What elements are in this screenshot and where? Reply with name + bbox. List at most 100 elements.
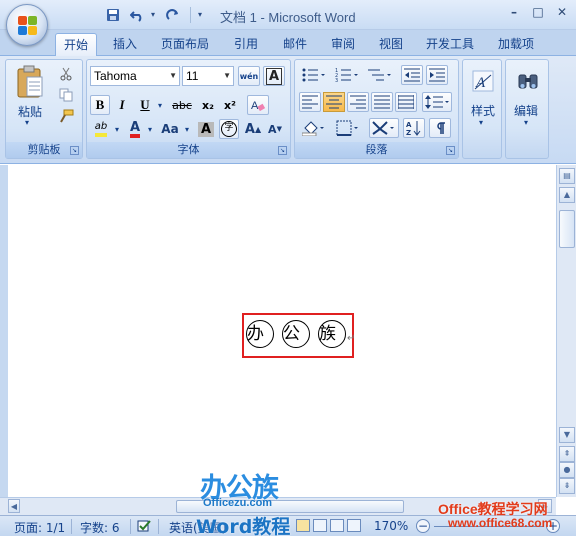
editing-group: 编辑 ▾ [505, 59, 549, 159]
line-spacing-button[interactable] [422, 92, 452, 112]
save-icon[interactable] [103, 5, 123, 24]
tab-insert[interactable]: 插入 [105, 33, 145, 56]
char-shading-button[interactable]: A [196, 119, 216, 139]
line-spacing-icon [425, 95, 449, 109]
shrink-font-button[interactable]: A ▼ [265, 119, 285, 139]
editing-dropdown-icon[interactable]: ▾ [524, 118, 528, 127]
chinese-layout-button[interactable] [369, 118, 399, 138]
format-painter-icon[interactable] [56, 106, 76, 126]
change-case-button[interactable]: Aa [158, 119, 182, 139]
paragraph-group: 123 A Z 段落 ↘ [294, 59, 459, 159]
styles-dropdown-icon[interactable]: ▾ [479, 118, 483, 127]
tab-references[interactable]: 引用 [226, 33, 266, 56]
print-layout-view-icon[interactable] [296, 519, 310, 532]
office-button[interactable] [6, 4, 48, 46]
tab-page-layout[interactable]: 页面布局 [153, 33, 217, 56]
align-center-button[interactable] [323, 92, 345, 112]
tab-addins[interactable]: 加载项 [490, 33, 542, 56]
minimize-button[interactable]: – [506, 4, 522, 20]
next-page-icon[interactable]: ⇟ [559, 478, 575, 494]
clear-formatting-button[interactable]: A [247, 95, 269, 115]
styles-button[interactable]: 样式 [471, 102, 495, 119]
highlight-dropdown-icon[interactable]: ▾ [112, 119, 122, 139]
close-button[interactable]: ✕ [554, 4, 570, 20]
increase-indent-button[interactable] [426, 65, 448, 85]
spelling-check-icon[interactable] [136, 519, 152, 536]
subscript-button[interactable]: x₂ [198, 95, 218, 115]
font-size-dropdown-icon[interactable]: ▼ [223, 67, 231, 85]
show-hide-marks-button[interactable] [429, 118, 451, 138]
window-controls: – □ ✕ [506, 4, 570, 20]
underline-button[interactable]: U [135, 95, 155, 115]
ribbon-tabs: 开始 插入 页面布局 引用 邮件 审阅 视图 开发工具 加载项 [0, 30, 576, 56]
numbering-button[interactable]: 123 [332, 65, 362, 85]
bullets-button[interactable] [299, 65, 329, 85]
font-size-combo[interactable]: 11 ▼ [182, 66, 234, 86]
paste-icon[interactable] [12, 63, 48, 101]
enclose-characters-button[interactable]: 字 [219, 119, 239, 139]
scroll-down-icon[interactable]: ▼ [559, 427, 575, 443]
font-name-dropdown-icon[interactable]: ▼ [169, 67, 177, 85]
multilevel-list-button[interactable] [365, 65, 395, 85]
tab-home[interactable]: 开始 [55, 33, 98, 56]
justify-button[interactable] [371, 92, 393, 112]
styles-group: A 样式 ▾ [462, 59, 502, 159]
shading-button[interactable] [299, 118, 329, 138]
web-layout-icon[interactable] [330, 519, 344, 532]
paragraph-group-label: 段落 [295, 142, 458, 158]
redo-icon[interactable] [163, 5, 183, 24]
font-color-dropdown-icon[interactable]: ▾ [145, 119, 155, 139]
word-count[interactable]: 字数: 6 [80, 519, 120, 536]
scroll-up-icon[interactable]: ▲ [559, 187, 575, 203]
cut-icon[interactable] [56, 64, 76, 84]
document-text[interactable]: 办公族 [246, 320, 354, 348]
distributed-button[interactable] [395, 92, 417, 112]
paste-button[interactable]: 粘贴 [18, 103, 42, 120]
undo-icon[interactable] [127, 5, 147, 24]
clipboard-launcher-icon[interactable]: ↘ [70, 146, 79, 155]
decrease-indent-button[interactable] [401, 65, 423, 85]
grow-font-button[interactable]: A ▲ [243, 119, 263, 139]
scroll-left-icon[interactable]: ◀ [8, 499, 20, 513]
tab-developer[interactable]: 开发工具 [418, 33, 482, 56]
bold-button[interactable]: B [90, 95, 110, 115]
sort-button[interactable]: AZ [403, 118, 425, 138]
strikethrough-button[interactable]: abc [169, 95, 195, 115]
font-color-button[interactable]: A [125, 119, 145, 139]
previous-page-icon[interactable]: ⇞ [559, 446, 575, 462]
full-screen-reading-icon[interactable] [313, 519, 327, 532]
maximize-button[interactable]: □ [530, 4, 546, 20]
vertical-scroll-thumb[interactable] [559, 210, 575, 248]
customize-qat-icon[interactable]: ▾ [198, 10, 206, 19]
char-border-button[interactable]: A [263, 66, 285, 86]
zoom-out-button[interactable]: − [416, 519, 430, 533]
paragraph-launcher-icon[interactable]: ↘ [446, 146, 455, 155]
font-launcher-icon[interactable]: ↘ [278, 146, 287, 155]
highlight-button[interactable]: ab [90, 119, 112, 139]
find-binoculars-icon[interactable] [514, 66, 542, 96]
undo-dropdown-icon[interactable]: ▾ [151, 10, 159, 19]
ruler-toggle-icon[interactable]: ▤ [559, 168, 575, 184]
editing-button[interactable]: 编辑 [514, 102, 538, 119]
tab-mailings[interactable]: 邮件 [275, 33, 315, 56]
align-left-button[interactable] [299, 92, 321, 112]
tab-review[interactable]: 审阅 [323, 33, 363, 56]
vertical-scrollbar[interactable]: ▤ ▲ ▼ ⇞ ● ⇟ [556, 165, 576, 497]
underline-dropdown-icon[interactable]: ▾ [155, 95, 165, 115]
styles-icon[interactable]: A [469, 66, 497, 96]
page-count[interactable]: 页面: 1/1 [14, 519, 65, 536]
change-case-dropdown-icon[interactable]: ▾ [182, 119, 192, 139]
italic-button[interactable]: I [112, 95, 132, 115]
browse-object-icon[interactable]: ● [559, 462, 575, 478]
font-name-combo[interactable]: Tahoma ▼ [90, 66, 180, 86]
copy-icon[interactable] [56, 85, 76, 105]
align-right-button[interactable] [347, 92, 369, 112]
borders-button[interactable] [333, 118, 363, 138]
superscript-button[interactable]: x² [220, 95, 240, 115]
outline-view-icon[interactable] [347, 519, 361, 532]
paste-dropdown-icon[interactable]: ▾ [25, 118, 29, 127]
tab-view[interactable]: 视图 [371, 33, 411, 56]
font-size-value: 11 [186, 69, 199, 83]
phonetic-guide-button[interactable]: wén [238, 66, 260, 86]
zoom-level[interactable]: 170% [374, 519, 408, 533]
